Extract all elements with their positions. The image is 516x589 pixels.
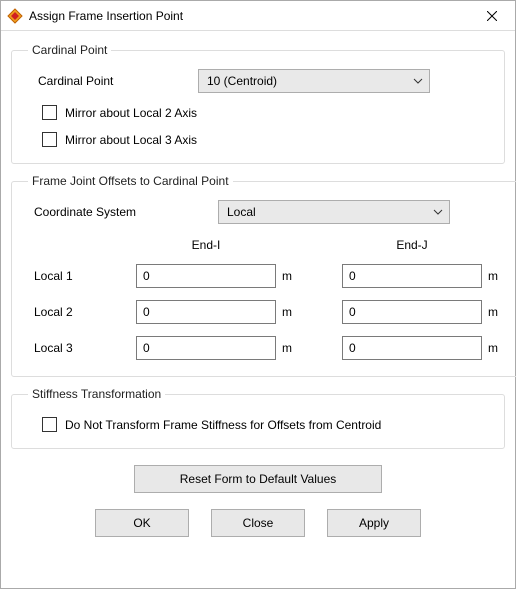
app-icon	[7, 8, 23, 24]
local2-end-j-unit: m	[482, 305, 504, 319]
local2-end-j-input[interactable]: 0	[342, 300, 482, 324]
footer-buttons: Reset Form to Default Values OK Close Ap…	[11, 465, 505, 537]
window-close-button[interactable]	[469, 1, 515, 31]
dialog-window: Assign Frame Insertion Point Cardinal Po…	[0, 0, 516, 589]
local3-end-i-unit: m	[276, 341, 298, 355]
cardinal-point-select-value: 10 (Centroid)	[207, 74, 407, 88]
mirror-local2-label: Mirror about Local 2 Axis	[65, 106, 197, 120]
mirror-local2-checkbox[interactable]	[42, 105, 57, 120]
offsets-header-end-i: End-I	[136, 238, 276, 252]
cardinal-point-label: Cardinal Point	[28, 74, 198, 88]
do-not-transform-label: Do Not Transform Frame Stiffness for Off…	[65, 418, 381, 432]
reset-button[interactable]: Reset Form to Default Values	[134, 465, 382, 493]
local3-end-j-unit: m	[482, 341, 504, 355]
local1-end-i-input[interactable]: 0	[136, 264, 276, 288]
coord-system-select[interactable]: Local	[218, 200, 450, 224]
group-stiffness-legend: Stiffness Transformation	[28, 387, 165, 401]
titlebar: Assign Frame Insertion Point	[1, 1, 515, 31]
local1-label: Local 1	[28, 269, 136, 283]
offsets-header-end-j: End-J	[342, 238, 482, 252]
ok-button[interactable]: OK	[95, 509, 189, 537]
mirror-local3-label: Mirror about Local 3 Axis	[65, 133, 197, 147]
local2-end-i-unit: m	[276, 305, 298, 319]
chevron-down-icon	[407, 70, 429, 92]
local2-end-i-input[interactable]: 0	[136, 300, 276, 324]
mirror-local3-checkbox[interactable]	[42, 132, 57, 147]
local3-end-i-input[interactable]: 0	[136, 336, 276, 360]
group-stiffness: Stiffness Transformation Do Not Transfor…	[11, 387, 505, 449]
apply-button[interactable]: Apply	[327, 509, 421, 537]
local2-label: Local 2	[28, 305, 136, 319]
group-cardinal-legend: Cardinal Point	[28, 43, 111, 57]
window-title: Assign Frame Insertion Point	[29, 9, 469, 23]
cardinal-point-select[interactable]: 10 (Centroid)	[198, 69, 430, 93]
coord-system-select-value: Local	[227, 205, 427, 219]
close-button[interactable]: Close	[211, 509, 305, 537]
group-cardinal-point: Cardinal Point Cardinal Point 10 (Centro…	[11, 43, 505, 164]
local1-end-j-unit: m	[482, 269, 504, 283]
local1-end-i-unit: m	[276, 269, 298, 283]
group-offsets-legend: Frame Joint Offsets to Cardinal Point	[28, 174, 233, 188]
client-area: Cardinal Point Cardinal Point 10 (Centro…	[1, 31, 515, 588]
local3-label: Local 3	[28, 341, 136, 355]
group-offsets: Frame Joint Offsets to Cardinal Point Co…	[11, 174, 516, 377]
coord-system-label: Coordinate System	[28, 205, 218, 219]
do-not-transform-checkbox[interactable]	[42, 417, 57, 432]
local1-end-j-input[interactable]: 0	[342, 264, 482, 288]
chevron-down-icon	[427, 201, 449, 223]
local3-end-j-input[interactable]: 0	[342, 336, 482, 360]
